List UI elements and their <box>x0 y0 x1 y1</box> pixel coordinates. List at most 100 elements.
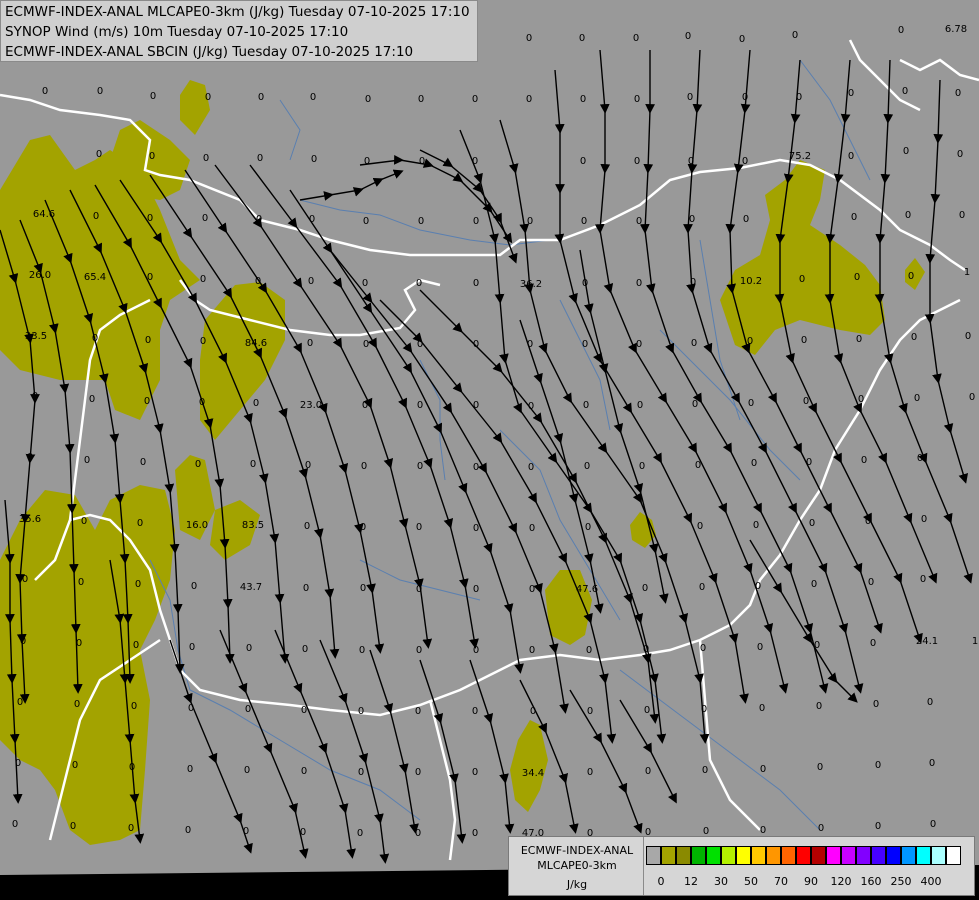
value-label: 0 <box>817 762 823 773</box>
value-label: 0 <box>17 697 23 708</box>
value-label: 0 <box>856 334 862 345</box>
value-label: 0 <box>687 92 693 103</box>
value-label: 0 <box>529 645 535 656</box>
legend-swatch <box>721 846 736 865</box>
value-label: 0 <box>307 338 313 349</box>
value-label: 0 <box>579 33 585 44</box>
value-label: 0 <box>472 156 478 167</box>
value-label: 0 <box>848 151 854 162</box>
legend-swatch <box>946 846 961 865</box>
value-label: 0 <box>258 92 264 103</box>
value-label: 0 <box>587 706 593 717</box>
value-label: 0 <box>22 574 28 585</box>
value-label: 0 <box>695 460 701 471</box>
legend-title-line2: MLCAPE0-3km <box>537 859 617 872</box>
value-label: 0 <box>803 396 809 407</box>
value-label: 0 <box>304 521 310 532</box>
value-label: 0 <box>362 278 368 289</box>
value-label: 0 <box>305 460 311 471</box>
legend-swatch <box>646 846 661 865</box>
value-label: 0 <box>145 335 151 346</box>
value-label: 0 <box>868 577 874 588</box>
value-label: 0 <box>689 214 695 225</box>
value-label: 0 <box>473 278 479 289</box>
value-label: 0 <box>308 276 314 287</box>
value-label: 0 <box>870 638 876 649</box>
legend-tick-label: 30 <box>714 875 728 888</box>
value-label: 0 <box>527 339 533 350</box>
value-label: 0 <box>743 214 749 225</box>
legend-tick-label: 160 <box>860 875 882 888</box>
value-label: 0 <box>801 335 807 346</box>
title-line-cin: ECMWF-INDEX-ANAL SBCIN (J/kg) Tuesday 07… <box>5 44 414 60</box>
value-label: 0 <box>416 522 422 533</box>
value-label: 0 <box>473 523 479 534</box>
value-label: 0 <box>796 92 802 103</box>
value-label: 0 <box>93 211 99 222</box>
value-label: 0 <box>955 88 961 99</box>
value-label: 0 <box>473 339 479 350</box>
value-label: 0 <box>358 706 364 717</box>
value-label: 0 <box>418 94 424 105</box>
value-label: 0 <box>257 153 263 164</box>
value-label: 0 <box>147 213 153 224</box>
value-label: 0 <box>311 154 317 165</box>
value-label: 0 <box>133 640 139 651</box>
value-label: 0 <box>129 762 135 773</box>
value-label: 0 <box>586 645 592 656</box>
value-label: 0 <box>690 277 696 288</box>
value-label: 0 <box>473 216 479 227</box>
value-label: 0 <box>806 457 812 468</box>
value-label: 0 <box>903 146 909 157</box>
value-label: 0 <box>137 518 143 529</box>
value-label: 47.6 <box>576 584 598 595</box>
value-label: 0 <box>702 765 708 776</box>
value-label: 0 <box>633 33 639 44</box>
value-label: 0 <box>914 393 920 404</box>
value-label: 0 <box>202 213 208 224</box>
value-label: 0 <box>74 699 80 710</box>
value-label: 0 <box>529 584 535 595</box>
value-label: 0 <box>816 701 822 712</box>
value-label: 0 <box>861 455 867 466</box>
legend-swatch <box>796 846 811 865</box>
value-label: 0 <box>760 825 766 836</box>
value-label: 0 <box>244 765 250 776</box>
value-label: 0 <box>799 274 805 285</box>
legend-swatch <box>811 846 826 865</box>
value-label: 0 <box>416 278 422 289</box>
value-label: 0 <box>854 272 860 283</box>
value-label: 0 <box>416 645 422 656</box>
value-label: 0 <box>84 455 90 466</box>
value-label: 0 <box>848 88 854 99</box>
value-label: 0 <box>818 823 824 834</box>
value-label: 0 <box>742 92 748 103</box>
value-label: 0 <box>865 516 871 527</box>
value-label: 0 <box>96 149 102 160</box>
value-label: 0 <box>691 338 697 349</box>
legend-swatch <box>661 846 676 865</box>
value-label: 0 <box>580 94 586 105</box>
value-label: 36.2 <box>520 279 542 290</box>
value-label: 0 <box>253 398 259 409</box>
value-label: 0 <box>792 30 798 41</box>
value-label: 0 <box>473 645 479 656</box>
value-label: 0 <box>473 584 479 595</box>
value-label: 0 <box>645 766 651 777</box>
legend-tick-label: 90 <box>804 875 818 888</box>
value-label: 0 <box>15 758 21 769</box>
value-label: 0 <box>302 644 308 655</box>
value-label: 0 <box>191 581 197 592</box>
value-label: 0 <box>256 214 262 225</box>
value-label: 0 <box>473 400 479 411</box>
value-label: 0 <box>243 826 249 837</box>
value-label: 0 <box>416 584 422 595</box>
value-label: 0 <box>920 574 926 585</box>
legend-tick-label: 0 <box>657 875 665 888</box>
value-label: 0 <box>580 156 586 167</box>
value-label: 23.0 <box>300 400 322 411</box>
value-label: 0 <box>42 86 48 97</box>
value-label: 0 <box>417 461 423 472</box>
legend-title-line1: ECMWF-INDEX-ANAL <box>520 844 634 857</box>
legend-swatch <box>691 846 706 865</box>
